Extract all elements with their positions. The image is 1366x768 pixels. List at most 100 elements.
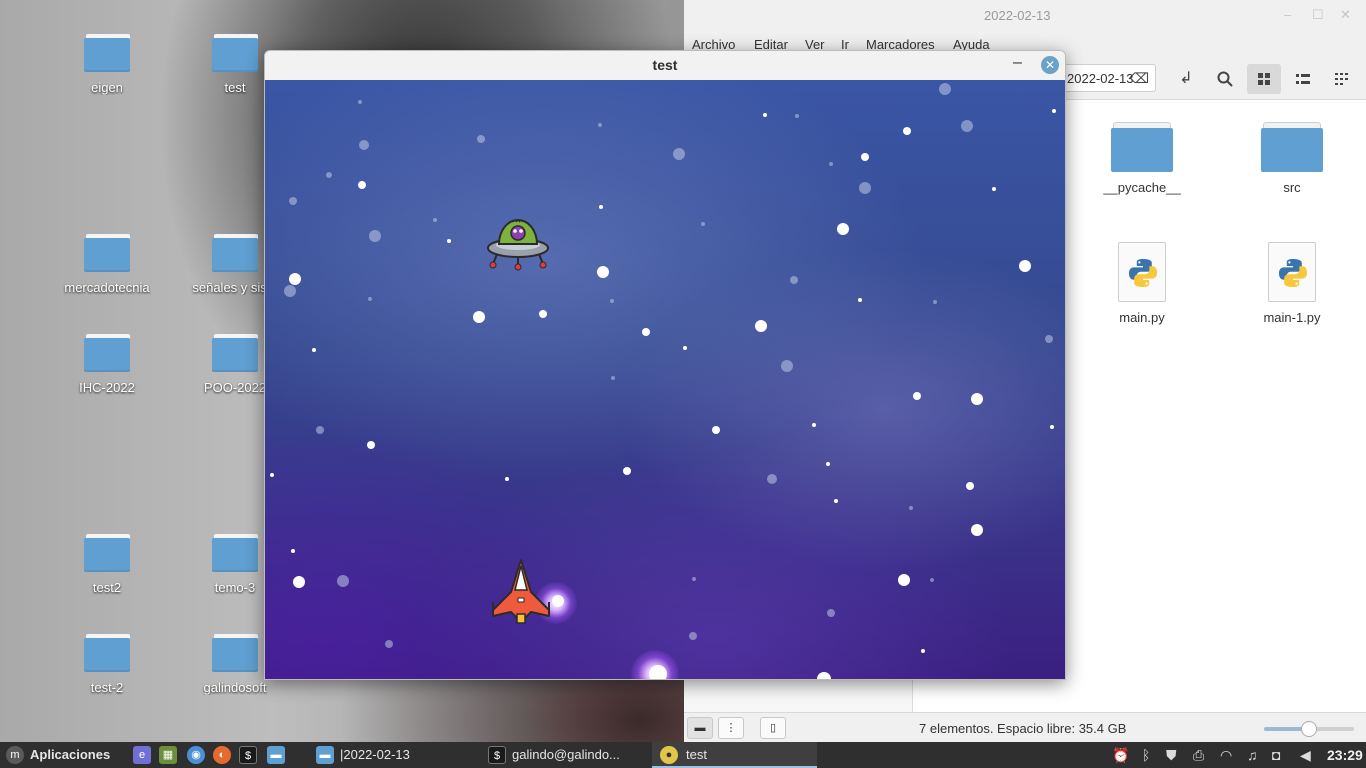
file-item-pycache[interactable]: __pycache__ xyxy=(1082,122,1202,195)
taskbar-window-label: |2022-02-13 xyxy=(340,747,410,762)
star xyxy=(642,328,650,336)
folder-icon: ▬ xyxy=(316,746,334,764)
desktop-folder-eigen[interactable]: eigen xyxy=(47,34,167,95)
close-button[interactable]: ✕ xyxy=(1340,7,1351,23)
zoom-slider-handle[interactable] xyxy=(1301,721,1317,737)
path-text: 2022-02-13 xyxy=(1067,71,1134,86)
star xyxy=(781,360,793,372)
star xyxy=(966,482,974,490)
file-manager-titlebar[interactable]: 2022-02-13 – ☐ ✕ xyxy=(684,0,1366,32)
hide-sidebar-icon[interactable]: ▯ xyxy=(760,717,786,739)
volume-icon[interactable]: ◀ xyxy=(1300,742,1311,768)
show-places-icon[interactable]: ▬ xyxy=(687,717,713,739)
star xyxy=(795,114,799,118)
minecraft-icon[interactable]: ▦ xyxy=(159,746,177,764)
folder-icon xyxy=(1261,122,1323,172)
music-icon[interactable]: ♫ xyxy=(1247,742,1258,768)
files-icon[interactable]: ▬ xyxy=(267,746,285,764)
star xyxy=(447,239,451,243)
star xyxy=(649,665,667,679)
star xyxy=(293,576,305,588)
star xyxy=(913,392,921,400)
desktop-folder-test-2[interactable]: test-2 xyxy=(47,634,167,695)
taskbar-window-terminal[interactable]: $ galindo@galindo... xyxy=(484,742,650,768)
star xyxy=(692,577,696,581)
location-path-field[interactable]: 2022-02-13 ⌫ xyxy=(1062,64,1156,92)
show-tree-icon[interactable]: ⋮ xyxy=(718,717,744,739)
taskbar: m Aplicaciones e ▦ ◉ ◐ $ ▬ ▬ |2022-02-13… xyxy=(0,742,1366,768)
desktop-icon-label: test-2 xyxy=(90,680,124,695)
star xyxy=(683,346,687,350)
desktop-icon-label: test2 xyxy=(92,580,122,595)
applications-label: Aplicaciones xyxy=(30,747,111,762)
timer-icon[interactable]: ⏰ xyxy=(1112,742,1129,768)
desktop-icon-label: IHC-2022 xyxy=(79,380,135,395)
star xyxy=(1019,260,1031,272)
folder-icon xyxy=(212,634,258,672)
star xyxy=(826,462,830,466)
folder-icon xyxy=(84,334,130,372)
folder-icon xyxy=(212,534,258,572)
python-file-icon xyxy=(1118,242,1166,302)
desktop-folder-mercadotecnia[interactable]: mercadotecnia xyxy=(47,234,167,295)
close-button[interactable]: ✕ xyxy=(1041,56,1059,74)
python-file-icon xyxy=(1268,242,1316,302)
clock[interactable]: 23:29 xyxy=(1327,742,1363,768)
star xyxy=(539,310,547,318)
folder-icon xyxy=(84,234,130,272)
file-item-main-py[interactable]: main.py xyxy=(1082,242,1202,325)
desktop-folder-ihc[interactable]: IHC-2022 xyxy=(47,334,167,395)
star xyxy=(837,223,849,235)
folder-icon xyxy=(212,334,258,372)
terminal-icon[interactable]: $ xyxy=(239,746,257,764)
star xyxy=(337,575,349,587)
clear-path-icon[interactable]: ⌫ xyxy=(1129,70,1149,87)
camera-icon[interactable]: ◘ xyxy=(1272,742,1280,768)
printer-icon[interactable]: ⎙ xyxy=(1193,742,1204,768)
folder-icon xyxy=(84,534,130,572)
star xyxy=(368,297,372,301)
icon-view-icon[interactable] xyxy=(1247,64,1281,94)
game-window-titlebar[interactable]: test – ✕ xyxy=(265,51,1065,80)
wifi-icon[interactable]: ◠ xyxy=(1220,742,1232,768)
minimize-button[interactable]: – xyxy=(1013,54,1022,72)
star xyxy=(859,182,871,194)
taskbar-window-test[interactable]: ● test xyxy=(652,742,817,768)
file-item-main-1-py[interactable]: main-1.py xyxy=(1232,242,1352,325)
star xyxy=(367,441,375,449)
star xyxy=(939,83,951,95)
folder-icon xyxy=(84,34,130,72)
search-icon[interactable] xyxy=(1208,64,1242,94)
shield-icon[interactable]: ⛊ xyxy=(1166,742,1177,768)
star xyxy=(473,311,485,323)
list-view-icon[interactable] xyxy=(1286,64,1320,94)
file-item-label: main.py xyxy=(1119,310,1165,325)
maximize-button[interactable]: ☐ xyxy=(1312,7,1324,23)
star xyxy=(623,467,631,475)
star xyxy=(291,549,295,553)
star xyxy=(597,266,609,278)
star xyxy=(673,148,685,160)
bluetooth-icon[interactable]: ᛒ xyxy=(1142,742,1150,768)
star xyxy=(689,632,697,640)
desktop-folder-test2[interactable]: test2 xyxy=(47,534,167,595)
star xyxy=(477,135,485,143)
star xyxy=(1045,335,1053,343)
file-manager-title: 2022-02-13 xyxy=(984,8,1051,23)
firefox-icon[interactable]: ◐ xyxy=(213,746,231,764)
status-bar: ▬ ⋮ ▯ 7 elementos. Espacio libre: 35.4 G… xyxy=(684,712,1366,742)
star xyxy=(921,649,925,653)
minimize-button[interactable]: – xyxy=(1284,7,1291,22)
file-item-src[interactable]: src xyxy=(1232,122,1352,195)
zoom-slider[interactable] xyxy=(1264,721,1354,737)
star xyxy=(289,273,301,285)
toggle-location-icon[interactable]: ↲ xyxy=(1169,64,1203,94)
star xyxy=(270,473,274,477)
star xyxy=(930,578,934,582)
chromium-icon[interactable]: ◉ xyxy=(187,746,205,764)
compact-view-icon[interactable] xyxy=(1325,64,1359,94)
star xyxy=(767,474,777,484)
emacs-icon[interactable]: e xyxy=(133,746,151,764)
taskbar-window-files[interactable]: ▬ |2022-02-13 xyxy=(312,742,482,768)
game-canvas[interactable] xyxy=(265,80,1065,679)
